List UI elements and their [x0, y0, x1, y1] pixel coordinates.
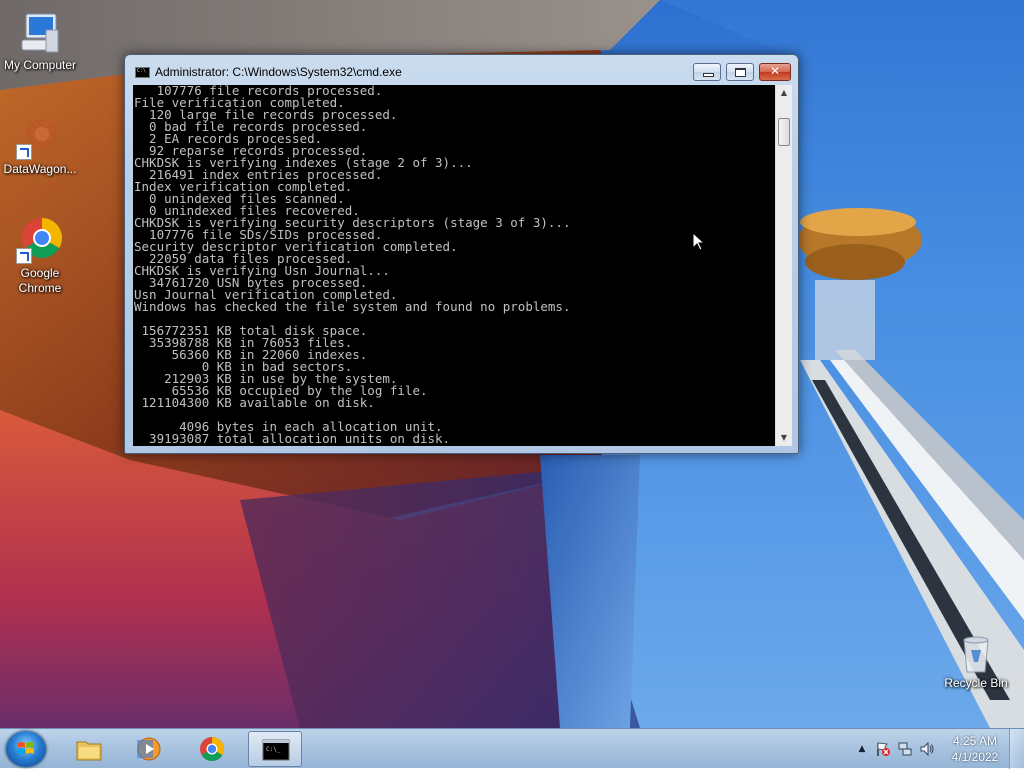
volume-icon[interactable]	[919, 741, 935, 757]
desktop-icon-label-line1: Google	[20, 266, 60, 280]
desktop-icon-label: DataWagon...	[3, 162, 77, 176]
window-titlebar[interactable]: Administrator: C:\Windows\System32\cmd.e…	[125, 55, 798, 85]
close-button[interactable]	[759, 63, 791, 81]
chrome-icon	[16, 216, 64, 264]
cmd-window[interactable]: Administrator: C:\Windows\System32\cmd.e…	[124, 54, 799, 454]
scroll-up-arrow-icon[interactable]: ▲	[776, 85, 792, 101]
start-button[interactable]	[6, 731, 46, 767]
chrome-icon	[200, 737, 225, 762]
taskbar: C:\_ ▲ 4:25 AM 4/1/2022	[0, 728, 1024, 769]
computer-icon	[16, 8, 64, 56]
network-icon[interactable]	[897, 741, 913, 757]
taskbar-item-media-player[interactable]	[122, 731, 176, 767]
taskbar-item-chrome[interactable]	[185, 731, 239, 767]
taskbar-item-file-explorer[interactable]	[62, 731, 116, 767]
console-output[interactable]: 107776 file records processed. File veri…	[133, 85, 775, 446]
desktop-icon-my-computer[interactable]: My Computer	[0, 8, 80, 73]
clock-time: 4:25 AM	[952, 734, 998, 748]
shortcut-arrow-icon	[16, 248, 32, 264]
datawagon-icon	[16, 112, 64, 160]
mouse-cursor-icon	[693, 233, 705, 251]
desktop-icon-label: Recycle Bin	[944, 676, 1008, 690]
cmd-icon	[135, 67, 150, 78]
svg-text:C:\_: C:\_	[266, 746, 281, 753]
window-title: Administrator: C:\Windows\System32\cmd.e…	[155, 65, 402, 79]
desktop-icon-label: My Computer	[3, 58, 77, 72]
windows-start-icon	[18, 742, 34, 754]
action-center-flag-icon[interactable]	[875, 741, 891, 757]
show-desktop-button[interactable]	[1009, 729, 1024, 769]
maximize-button[interactable]	[726, 63, 754, 81]
console-text: 107776 file records processed. File veri…	[134, 85, 571, 446]
desktop-icon-recycle-bin[interactable]: Recycle Bin	[936, 632, 1016, 691]
clock[interactable]: 4:25 AM 4/1/2022	[945, 733, 1005, 765]
cmd-icon: C:\_	[262, 739, 290, 761]
recycle-bin-icon	[956, 632, 996, 674]
desktop-icon-label-line2: Chrome	[18, 281, 62, 295]
taskbar-item-cmd[interactable]: C:\_	[248, 731, 302, 767]
vertical-scrollbar[interactable]: ▲ ▼	[775, 85, 792, 446]
show-hidden-icons-icon[interactable]: ▲	[854, 741, 870, 757]
clock-date: 4/1/2022	[951, 750, 999, 764]
minimize-button[interactable]	[693, 63, 721, 81]
scroll-thumb[interactable]	[778, 118, 790, 146]
media-player-icon	[137, 737, 161, 761]
desktop-icon-google-chrome[interactable]: Google Chrome	[0, 216, 80, 296]
system-tray: ▲ 4:25 AM 4/1/2022	[834, 729, 1024, 769]
folder-icon	[76, 741, 102, 761]
shortcut-arrow-icon	[16, 144, 32, 160]
desktop-icon-datawagon[interactable]: DataWagon...	[0, 112, 80, 177]
scroll-down-arrow-icon[interactable]: ▼	[776, 430, 792, 446]
